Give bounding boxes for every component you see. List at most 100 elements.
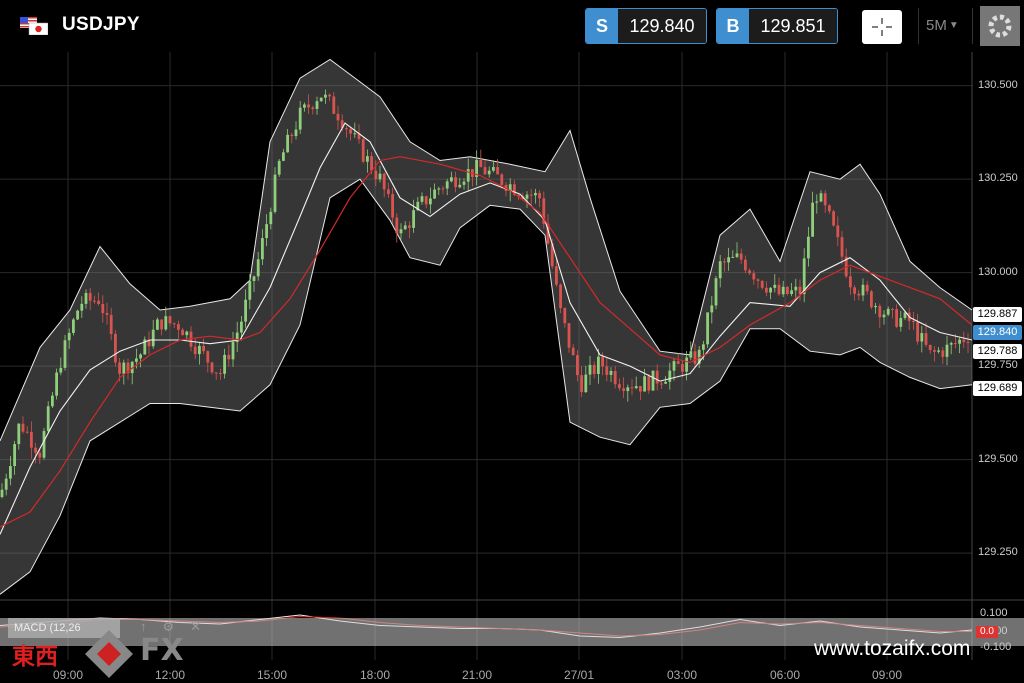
candle-body xyxy=(294,129,298,137)
candle-body xyxy=(458,184,462,188)
candle-body xyxy=(366,156,369,162)
candle-body xyxy=(647,376,651,391)
candle-body xyxy=(634,386,638,389)
candle-body xyxy=(525,194,529,199)
candle-body xyxy=(248,281,252,300)
candle-body xyxy=(651,370,655,391)
candle-body xyxy=(760,280,764,288)
candle-body xyxy=(93,300,96,302)
candle-body xyxy=(387,189,390,195)
y-tick-label: 129.750 xyxy=(978,359,1018,372)
candle-body xyxy=(823,193,827,206)
candle-body xyxy=(97,300,100,305)
y-tick-label: 129.500 xyxy=(978,452,1018,465)
candle-body xyxy=(202,345,205,352)
candle-body xyxy=(4,478,8,490)
candle-body xyxy=(958,339,961,344)
candle-body xyxy=(198,345,201,355)
price-label: 129.788 xyxy=(973,344,1022,360)
candle-body xyxy=(891,308,894,310)
candle-body xyxy=(231,342,235,360)
candle-body xyxy=(580,375,583,393)
candle-body xyxy=(324,94,327,98)
candle-body xyxy=(723,261,726,263)
candle-body xyxy=(114,333,117,363)
candle-body xyxy=(160,319,163,330)
candle-body xyxy=(878,305,882,318)
y-tick-label: 129.250 xyxy=(978,546,1018,559)
candle-body xyxy=(689,351,693,358)
candle-body xyxy=(790,290,793,295)
candle-body xyxy=(777,284,781,295)
candle-body xyxy=(311,107,315,109)
candle-body xyxy=(765,287,768,293)
candle-body xyxy=(916,322,919,342)
candle-body xyxy=(870,291,873,308)
candle-body xyxy=(626,387,630,392)
candle-body xyxy=(849,276,852,288)
candle-body xyxy=(445,181,449,189)
candle-body xyxy=(168,316,172,324)
candle-body xyxy=(769,287,772,293)
candle-body xyxy=(735,253,739,257)
candle-body xyxy=(391,194,394,218)
candle-body xyxy=(370,156,373,171)
candle-body xyxy=(466,169,470,182)
macd-current-value: 0.0 xyxy=(976,626,998,638)
candle-body xyxy=(601,356,604,367)
candle-body xyxy=(101,304,105,314)
candle-body xyxy=(576,355,579,376)
candle-body xyxy=(702,344,705,350)
candle-body xyxy=(378,173,382,180)
price-label: 129.689 xyxy=(973,381,1022,397)
candle-body xyxy=(38,452,42,458)
candle-body xyxy=(172,323,176,325)
candle-body xyxy=(676,361,680,365)
candle-body xyxy=(315,101,319,109)
candle-body xyxy=(399,229,403,234)
candle-body xyxy=(744,259,747,271)
candle-body xyxy=(962,339,966,342)
candle-body xyxy=(664,381,667,384)
candle-body xyxy=(433,189,436,199)
candle-body xyxy=(0,489,4,498)
candle-body xyxy=(206,351,210,363)
candle-body xyxy=(920,333,924,342)
candle-body xyxy=(286,134,289,153)
candle-body xyxy=(622,388,625,392)
candle-body xyxy=(945,344,949,357)
candle-body xyxy=(67,332,71,341)
candle-body xyxy=(63,340,67,368)
candle-body xyxy=(80,303,84,311)
candle-body xyxy=(655,370,659,384)
x-tick-label: 09:00 xyxy=(871,668,903,682)
x-tick-label: 18:00 xyxy=(359,668,391,682)
gear-icon[interactable]: ⚙ xyxy=(163,619,175,634)
candle-body xyxy=(886,308,890,315)
candle-body xyxy=(303,104,306,108)
candle-body xyxy=(555,266,558,285)
candle-body xyxy=(781,286,785,295)
candle-body xyxy=(374,170,378,180)
candle-body xyxy=(605,366,609,375)
candle-body xyxy=(853,287,856,294)
price-chart[interactable] xyxy=(0,0,1024,683)
candle-body xyxy=(672,361,676,371)
candle-body xyxy=(441,188,445,190)
band-fill xyxy=(0,59,972,595)
close-icon[interactable]: ✕ xyxy=(190,619,201,634)
candle-body xyxy=(529,194,533,196)
candle-body xyxy=(227,354,231,360)
candle-body xyxy=(609,370,613,375)
arrow-up-icon[interactable]: ↑ xyxy=(140,619,147,634)
candle-body xyxy=(214,372,218,374)
candle-body xyxy=(151,329,155,347)
candle-body xyxy=(345,128,348,130)
x-tick-label: 27/01 xyxy=(563,668,595,682)
x-tick-label: 15:00 xyxy=(256,668,288,682)
candle-body xyxy=(109,314,113,334)
candle-body xyxy=(185,331,189,336)
macd-y-top: 0.100 xyxy=(980,607,1008,619)
candle-body xyxy=(13,444,16,467)
x-tick-label: 21:00 xyxy=(461,668,493,682)
